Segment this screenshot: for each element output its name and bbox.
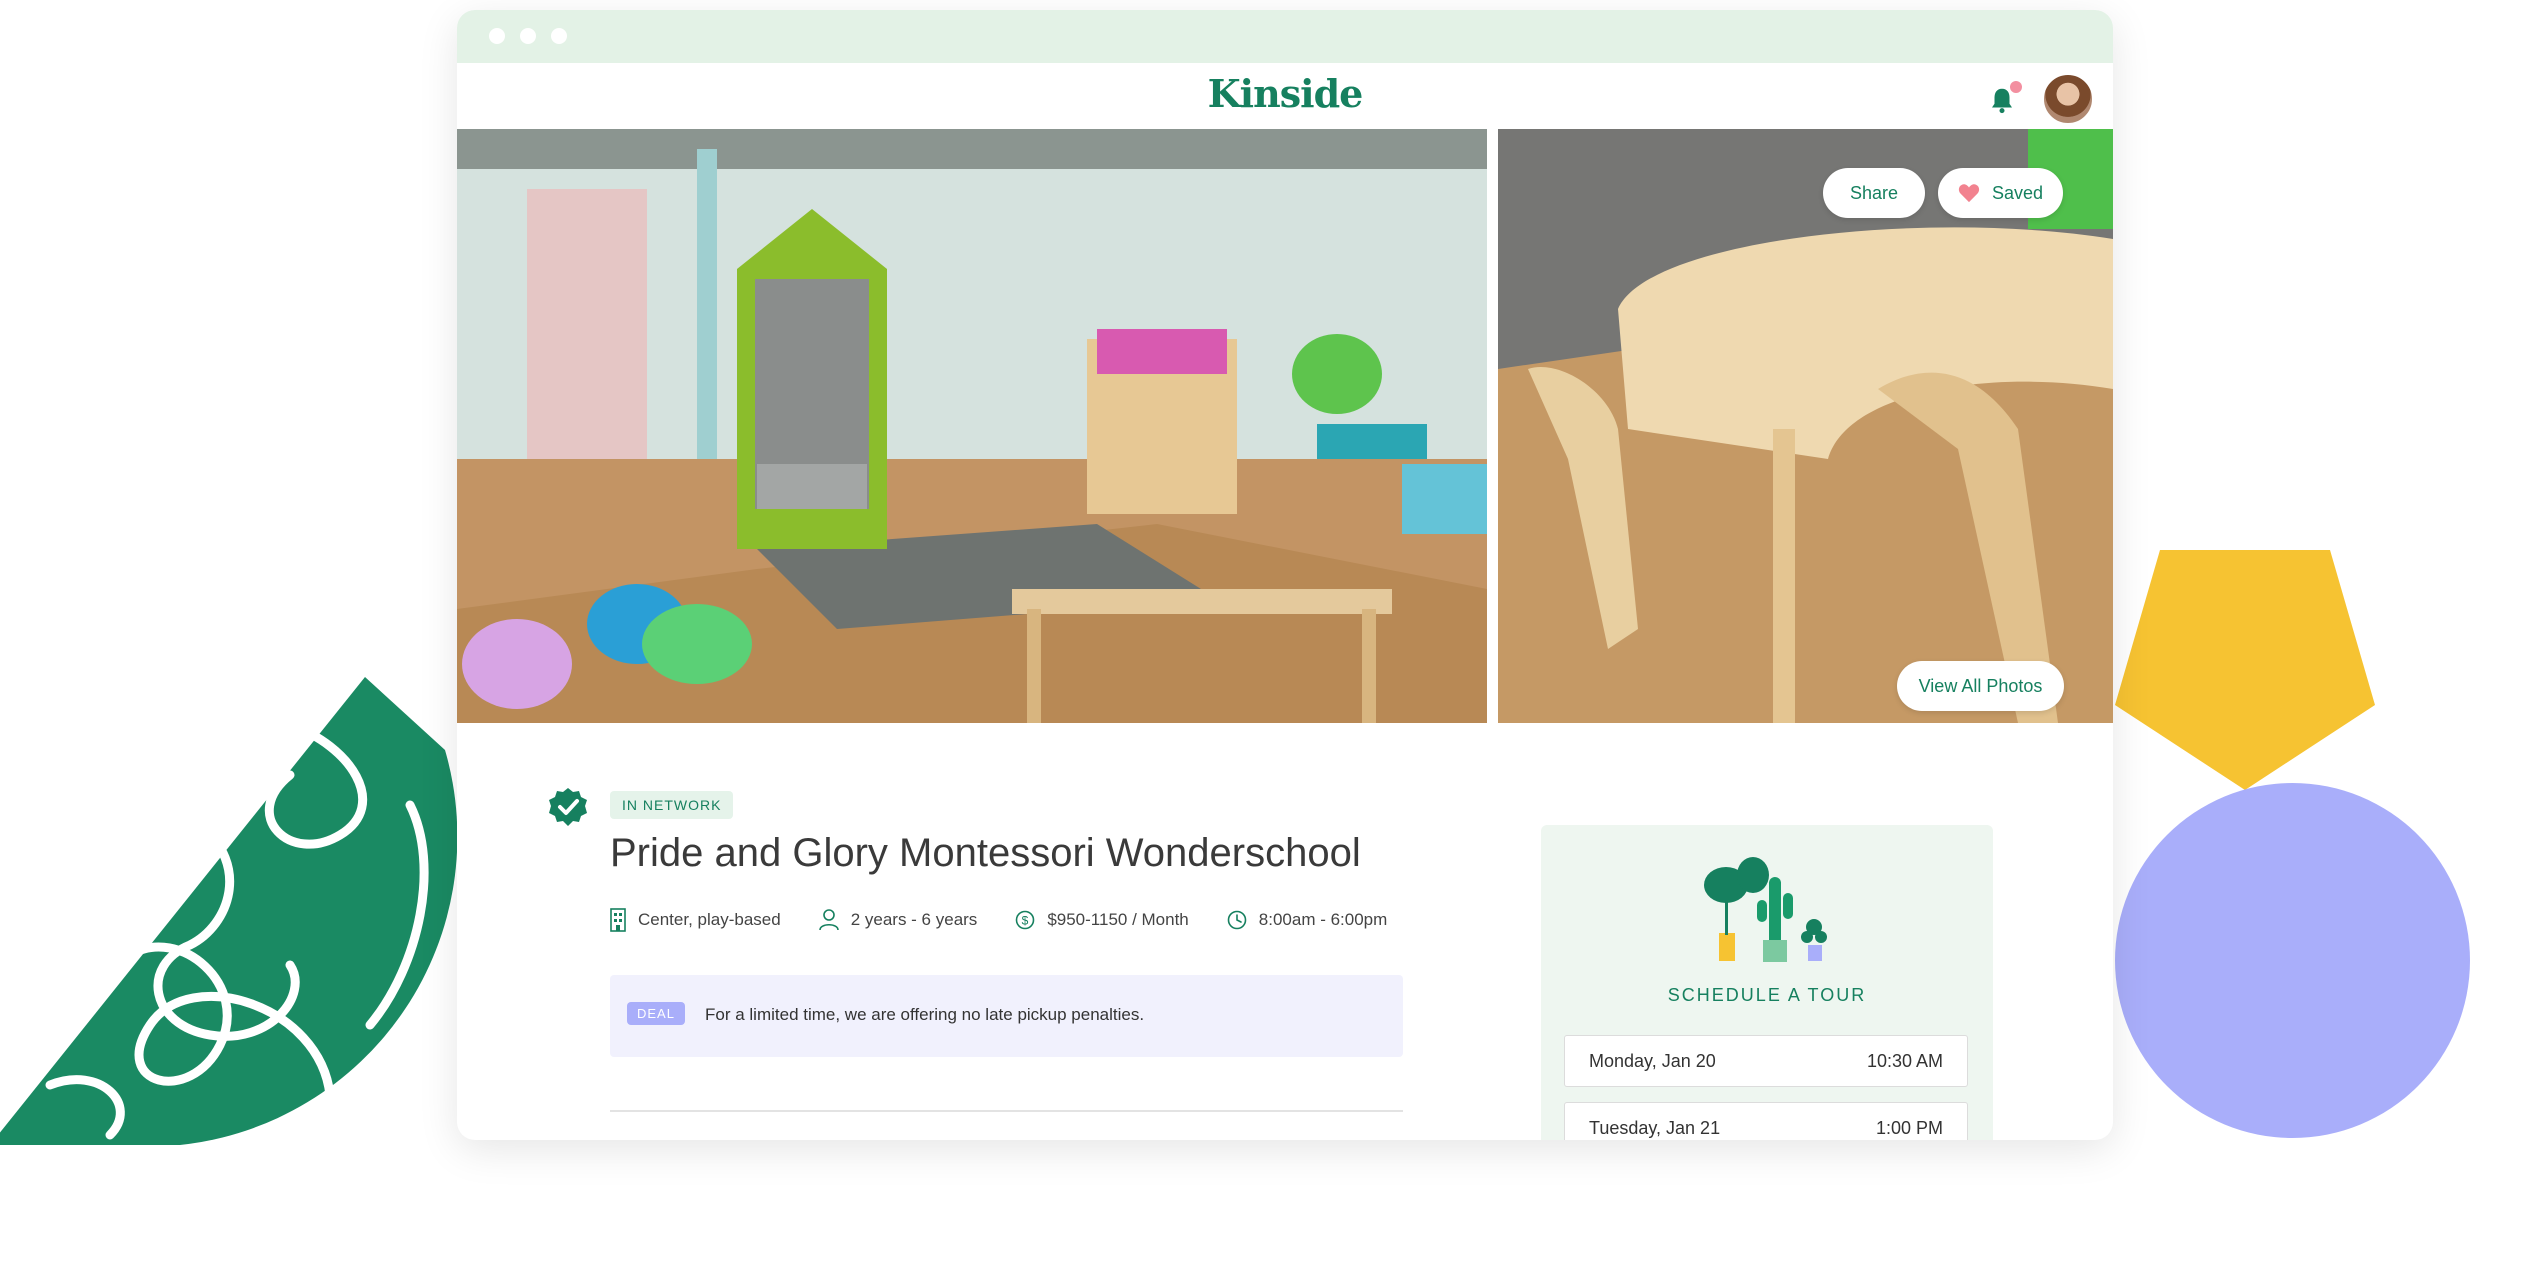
classroom-photo-side[interactable] (1498, 129, 2113, 723)
plants-illustration-icon (1704, 857, 1827, 962)
heart-icon (1958, 184, 1980, 203)
browser-window: Kinside Share Saved View All Photos IN N… (457, 10, 2113, 1140)
yellow-pentagon-decoration (2115, 550, 2375, 790)
view-all-photos-button[interactable]: View All Photos (1897, 661, 2064, 711)
age-range: 2 years - 6 years (818, 909, 978, 931)
listing-content: IN NETWORK Pride and Glory Montessori Wo… (457, 723, 2113, 1140)
price-range-text: $950-1150 / Month (1047, 910, 1189, 929)
deal-text: For a limited time, we are offering no l… (705, 1005, 1145, 1024)
operating-hours: 8:00am - 6:00pm (1227, 910, 1388, 930)
section-divider (610, 1110, 1403, 1112)
school-type-text: Center, play-based (638, 910, 781, 929)
classroom-illustration (457, 129, 1487, 723)
window-dot[interactable] (551, 28, 567, 44)
listing-info-row: Center, play-based 2 years - 6 years $ $… (610, 908, 1425, 932)
window-dot[interactable] (520, 28, 536, 44)
in-network-tag: IN NETWORK (610, 791, 734, 819)
classroom-photo-main[interactable] (457, 129, 1487, 723)
table-illustration (1498, 129, 2113, 723)
tour-slot-day: Tuesday, Jan 21 (1589, 1117, 1721, 1138)
notification-badge (2010, 81, 2022, 93)
app-header: Kinside (457, 63, 2113, 129)
operating-hours-text: 8:00am - 6:00pm (1258, 910, 1388, 929)
school-name-title: Pride and Glory Montessori Wonderschool (610, 831, 1361, 875)
tour-slot-time: 10:30 AM (1866, 1050, 1943, 1071)
svg-text:$: $ (1022, 914, 1029, 928)
saved-button[interactable]: Saved (1938, 168, 2063, 218)
verified-badge-icon (549, 788, 587, 826)
window-chrome (457, 10, 2113, 63)
photo-gallery: Share Saved View All Photos (457, 129, 2113, 723)
deal-tag: DEAL (627, 1002, 685, 1025)
kinside-logo[interactable]: Kinside (457, 71, 2113, 116)
saved-label: Saved (1991, 182, 2044, 203)
tour-slot[interactable]: Tuesday, Jan 21 1:00 PM (1564, 1102, 1968, 1140)
share-button[interactable]: Share (1823, 168, 1925, 218)
price-range: $ $950-1150 / Month (1015, 910, 1189, 930)
avatar[interactable] (2042, 73, 2094, 125)
person-icon (818, 909, 839, 931)
schedule-tour-card: SCHEDULE A TOUR Monday, Jan 20 10:30 AM … (1541, 825, 1993, 1140)
tour-slot-time: 1:00 PM (1875, 1117, 1943, 1138)
lilac-circle-decoration (2115, 783, 2470, 1138)
tour-slot-day: Monday, Jan 20 (1589, 1050, 1716, 1071)
school-type: Center, play-based (610, 908, 781, 932)
tour-slot[interactable]: Monday, Jan 20 10:30 AM (1564, 1035, 1968, 1087)
schedule-tour-title: SCHEDULE A TOUR (1667, 985, 1867, 1005)
deal-banner: DEAL For a limited time, we are offering… (610, 975, 1403, 1057)
building-icon (610, 908, 626, 932)
window-dot[interactable] (489, 28, 505, 44)
clock-icon (1227, 910, 1247, 930)
age-range-text: 2 years - 6 years (850, 910, 978, 929)
dollar-icon: $ (1016, 910, 1035, 930)
